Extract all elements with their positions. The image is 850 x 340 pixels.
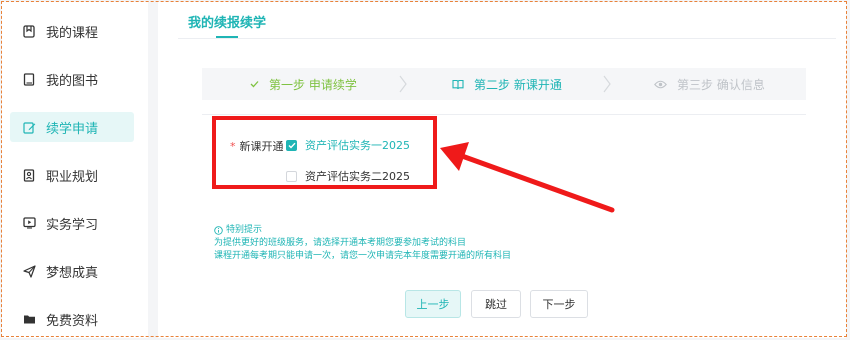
- annotation-arrow: [440, 142, 615, 213]
